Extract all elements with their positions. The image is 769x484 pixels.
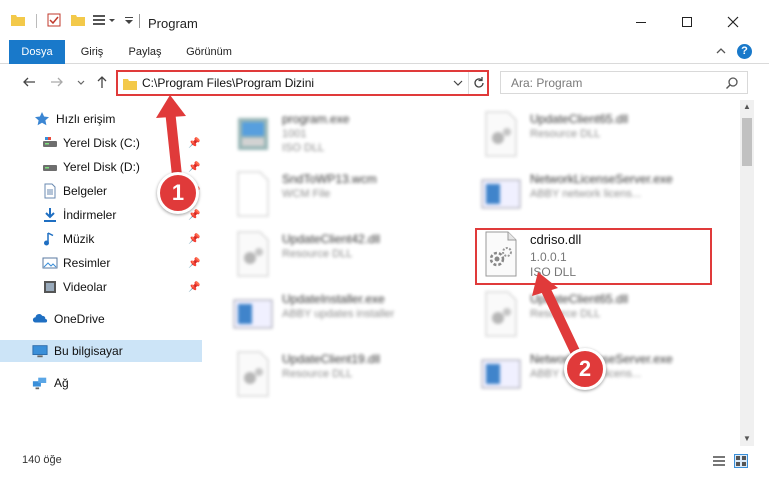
search-input[interactable]: Ara: Program	[511, 76, 582, 90]
file-item[interactable]: UpdateClient65.dll Resource DLL	[480, 106, 720, 164]
properties-icon[interactable]	[46, 12, 62, 30]
pin-icon[interactable]: 📌	[188, 234, 200, 245]
computer-icon	[32, 343, 48, 359]
customize-toolbar-icon[interactable]	[123, 12, 135, 30]
view-options-icon[interactable]	[92, 12, 120, 30]
up-arrow-icon[interactable]	[93, 73, 111, 91]
sidebar-item-drive-c[interactable]: Yerel Disk (C:) 📌	[0, 132, 202, 154]
scroll-down-icon[interactable]: ▼	[740, 432, 754, 446]
file-icon	[232, 170, 274, 218]
ribbon: Dosya Giriş Paylaş Görünüm ?	[0, 40, 769, 64]
network-icon	[32, 375, 48, 391]
pictures-icon	[42, 255, 58, 271]
qa-divider	[36, 14, 37, 28]
highlight-box	[475, 228, 712, 285]
refresh-icon[interactable]	[472, 76, 486, 90]
window-title: Program	[148, 16, 198, 31]
sidebar-item-pictures[interactable]: Resimler 📌	[0, 252, 202, 274]
sidebar-item-network[interactable]: Ağ	[0, 372, 202, 394]
exe-file-icon	[232, 110, 274, 158]
tab-share[interactable]: Paylaş	[120, 40, 170, 64]
music-icon	[42, 231, 58, 247]
sidebar-item-this-pc[interactable]: Bu bilgisayar	[0, 340, 202, 362]
exe-file-icon	[232, 290, 274, 338]
maximize-icon[interactable]	[672, 10, 702, 34]
address-dropdown-icon[interactable]	[451, 76, 465, 90]
pin-icon[interactable]: 📌	[188, 282, 200, 293]
navigation-pane: Hızlı erişim Yerel Disk (C:) 📌 Yerel Dis…	[0, 100, 206, 446]
details-view-icon[interactable]	[712, 454, 726, 468]
new-folder-icon[interactable]	[70, 12, 86, 30]
title-divider	[139, 14, 140, 28]
sidebar-item-onedrive[interactable]: OneDrive	[0, 308, 202, 330]
minimize-icon[interactable]	[626, 10, 656, 34]
sidebar-item-music[interactable]: Müzik 📌	[0, 228, 202, 250]
dll-file-icon	[480, 110, 522, 158]
drive-icon	[42, 159, 58, 175]
download-icon	[42, 207, 58, 223]
pin-icon[interactable]: 📌	[188, 162, 200, 173]
forward-arrow-icon[interactable]	[48, 73, 66, 91]
step-1-badge: 1	[157, 172, 199, 214]
title-bar: Program	[0, 0, 769, 40]
drive-icon	[42, 135, 58, 151]
scroll-thumb[interactable]	[742, 118, 752, 166]
exe-file-icon	[480, 170, 522, 218]
address-divider	[468, 72, 469, 94]
file-item[interactable]: UpdateClient42.dll Resource DLL	[232, 226, 472, 284]
pin-icon[interactable]: 📌	[188, 210, 200, 221]
tab-file[interactable]: Dosya	[9, 40, 65, 64]
pin-icon[interactable]: 📌	[188, 138, 200, 149]
vertical-scrollbar[interactable]: ▲ ▼	[740, 100, 754, 446]
exe-file-icon	[480, 350, 522, 398]
file-item[interactable]: UpdateClient65.dll Resource DLL	[480, 286, 720, 344]
address-path[interactable]: C:\Program Files\Program Dizini	[142, 76, 314, 90]
file-item[interactable]: SndToWP13.wcm WCM File	[232, 166, 472, 224]
tab-home[interactable]: Giriş	[70, 40, 114, 64]
dll-file-icon	[232, 230, 274, 278]
help-icon[interactable]: ?	[737, 44, 752, 59]
file-item[interactable]: NetworkLicenseServer.exe ABBY network li…	[480, 166, 720, 224]
file-item[interactable]: UpdateClient19.dll Resource DLL	[232, 346, 472, 404]
recent-locations-icon[interactable]	[72, 73, 90, 91]
search-icon[interactable]	[725, 76, 739, 90]
item-count: 140 öğe	[22, 454, 62, 466]
video-icon	[42, 279, 58, 295]
folder-icon	[10, 12, 26, 30]
sidebar-item-quick-access[interactable]: Hızlı erişim	[0, 108, 202, 130]
sidebar-item-videos[interactable]: Videolar 📌	[0, 276, 202, 298]
close-icon[interactable]	[718, 10, 748, 34]
scroll-up-icon[interactable]: ▲	[740, 100, 754, 114]
document-icon	[42, 183, 58, 199]
folder-icon	[122, 76, 138, 92]
file-item[interactable]: UpdateInstaller.exe ABBY updates install…	[232, 286, 472, 344]
expand-ribbon-icon[interactable]	[714, 44, 728, 58]
star-icon	[34, 111, 50, 127]
tab-view[interactable]: Görünüm	[176, 40, 242, 64]
file-item[interactable]: program.exe 1001 ISO DLL	[232, 106, 472, 164]
dll-file-icon	[232, 350, 274, 398]
dll-file-icon	[480, 290, 522, 338]
large-icons-view-icon[interactable]	[734, 454, 748, 468]
cloud-icon	[32, 311, 48, 327]
address-bar[interactable]: C:\Program Files\Program Dizini	[116, 70, 489, 96]
status-bar: 140 öğe	[0, 446, 769, 484]
step-2-badge: 2	[564, 348, 606, 390]
back-arrow-icon[interactable]	[20, 73, 38, 91]
pin-icon[interactable]: 📌	[188, 258, 200, 269]
search-box[interactable]: Ara: Program	[500, 71, 748, 94]
